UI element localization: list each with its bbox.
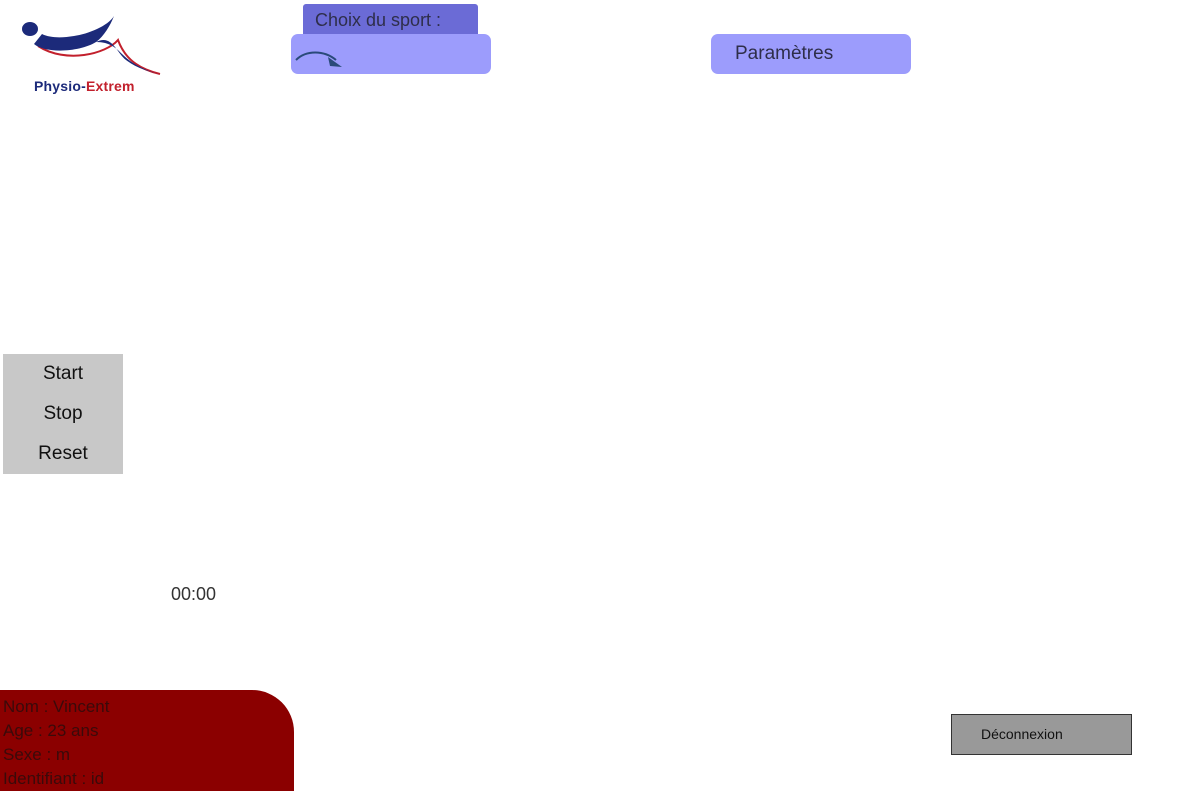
user-info-card: Nom : Vincent Age : 23 ans Sexe : m Iden… (0, 690, 294, 791)
logo-text-extrem: Extrem (85, 78, 135, 94)
logo-text: Physio-Extrem (34, 78, 135, 94)
reset-button[interactable]: Reset (3, 434, 123, 474)
sport-select-dropdown[interactable] (291, 34, 491, 74)
user-sex: Sexe : m (3, 745, 71, 764)
settings-button[interactable]: Paramètres (711, 34, 911, 74)
logout-button[interactable]: Déconnexion (951, 714, 1132, 755)
logo-text-physio: Physio (34, 78, 82, 94)
control-panel: Start Stop Reset (3, 354, 123, 474)
curved-arrow-icon (295, 51, 342, 67)
user-name: Nom : Vincent (3, 697, 110, 716)
user-age: Age : 23 ans (3, 721, 99, 740)
stop-button[interactable]: Stop (3, 394, 123, 434)
logo-swoosh-icon (22, 16, 161, 75)
app-logo: Physio-Extrem (18, 12, 168, 98)
start-button[interactable]: Start (3, 354, 123, 394)
sport-choice-label: Choix du sport : (303, 4, 478, 36)
timer-display: 00:00 (171, 584, 217, 604)
user-identifier: Identifiant : id (3, 769, 105, 788)
